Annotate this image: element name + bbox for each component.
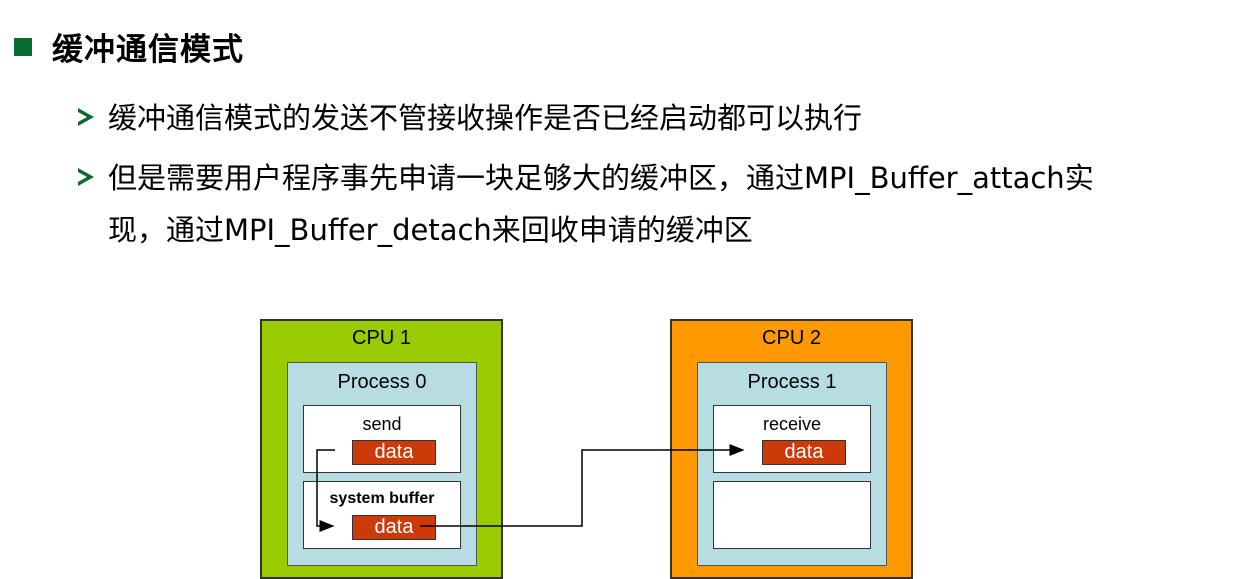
- buffer-to-receive-arrow: [420, 444, 745, 527]
- connector-lines: [316, 444, 745, 532]
- send-to-buffer-arrow: [316, 449, 335, 532]
